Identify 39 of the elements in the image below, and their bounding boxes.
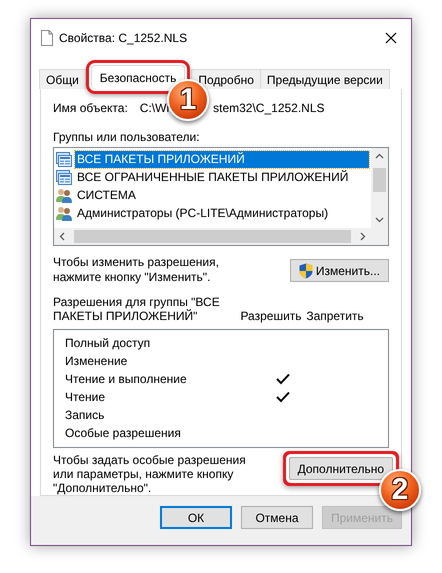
tab[interactable]: Общи [39, 69, 86, 89]
permission-name: Полный доступ [64, 336, 152, 350]
permission-name: Изменение [64, 354, 128, 368]
scroll-up-icon[interactable] [375, 152, 384, 161]
object-path: stem32\C_1252.NLS [213, 101, 325, 115]
tab[interactable]: Подробно [191, 69, 261, 89]
document-icon [41, 30, 53, 46]
shield-icon [298, 262, 313, 278]
list-item[interactable]: ВСЕ ПАКЕТЫ ПРИЛОЖЕНИЙ [75, 150, 369, 168]
scroll-down-icon[interactable] [375, 215, 384, 224]
change-hint: Чтобы изменить разрешения, нажмите кнопку "Изменить". [53, 255, 220, 285]
scroll-left-icon[interactable] [58, 232, 67, 241]
object-path: C:\Wi [140, 101, 170, 115]
list-item[interactable]: Администраторы (PC-LITE\Администраторы) [75, 204, 330, 222]
tab[interactable]: Предыдущие версии [260, 69, 390, 89]
app-package-icon [56, 170, 72, 184]
column-header: Разрешить [239, 309, 303, 323]
users-icon [56, 188, 72, 202]
advanced-hint: Чтобы задать особые разрешения или параметры, нажмите кнопку "Дополнительно". [53, 453, 247, 495]
permission-name: Особые разрешения [64, 426, 182, 440]
permission-name: Чтение [64, 390, 106, 404]
scrollbar-thumb[interactable] [373, 168, 386, 192]
groups-label: Группы или пользователи: [53, 130, 201, 144]
permission-name: Чтение и выполнение [64, 372, 188, 386]
edit-button[interactable]: Изменить... [290, 259, 389, 282]
scrollbar-thumb[interactable] [74, 230, 351, 243]
list-item[interactable]: СИСТЕМА [75, 186, 138, 204]
close-icon[interactable] [385, 32, 397, 44]
users-icon [56, 206, 72, 220]
list-item[interactable]: ВСЕ ОГРАНИЧЕННЫЕ ПАКЕТЫ ПРИЛОЖЕНИЙ [75, 168, 350, 186]
object-name-label: Имя объекта: [53, 101, 128, 115]
column-header: Запретить [305, 309, 365, 323]
dialog-button[interactable]: Отмена [240, 506, 313, 529]
scroll-right-icon[interactable] [358, 232, 367, 241]
dialog-button[interactable]: ОК [160, 506, 232, 529]
permission-name: Запись [64, 408, 106, 422]
app-package-icon [56, 152, 72, 166]
window-title: Свойства: C_1252.NLS [59, 31, 188, 45]
permissions-title: Разрешения для группы "ВСЕ ПАКЕТЫ ПРИЛОЖЕНИЙ" [53, 295, 221, 323]
